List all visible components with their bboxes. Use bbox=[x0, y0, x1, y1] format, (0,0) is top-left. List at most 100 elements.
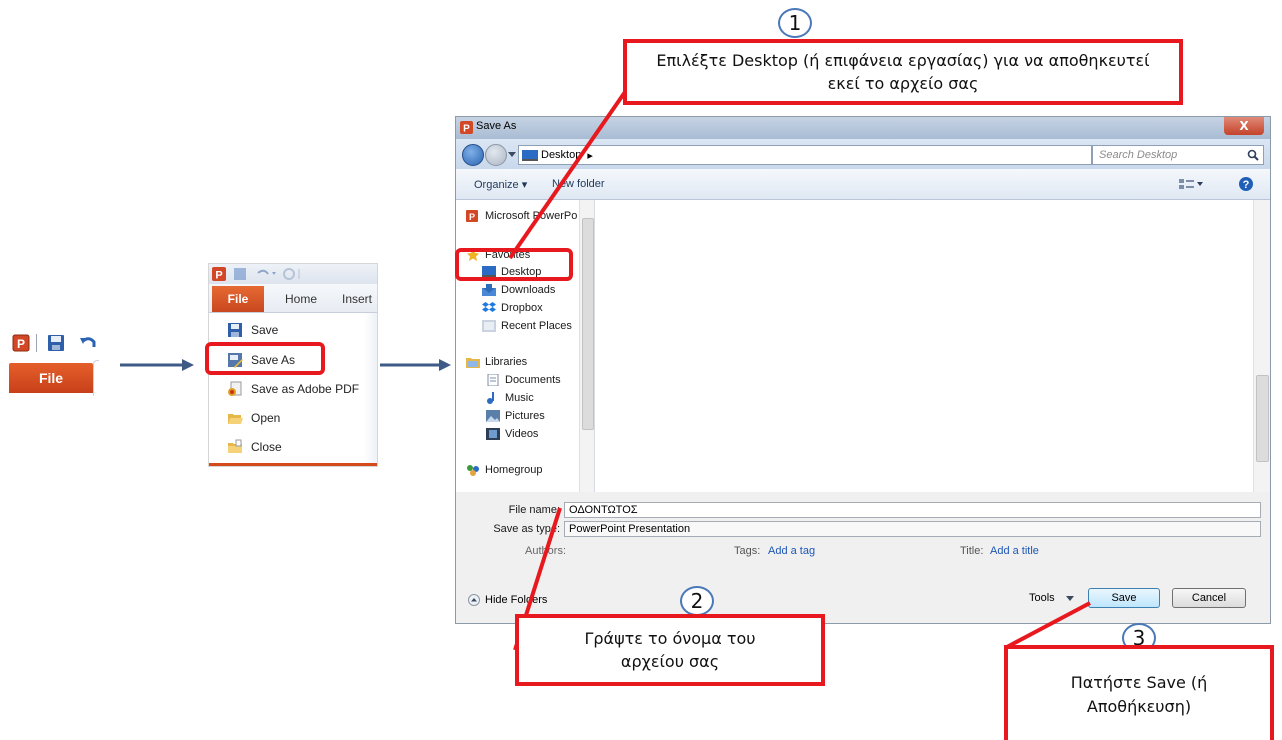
svg-text:P: P bbox=[17, 337, 25, 351]
pdf-icon bbox=[228, 381, 242, 396]
save-as-highlight bbox=[205, 342, 325, 375]
menu-item-save-as-pdf[interactable]: Save as Adobe PDF bbox=[227, 379, 359, 399]
undo-icon[interactable] bbox=[255, 267, 277, 281]
tab-file[interactable]: File bbox=[212, 286, 264, 312]
redo-icon[interactable] bbox=[281, 267, 303, 281]
menu-item-label: Save bbox=[251, 323, 279, 337]
step-2-marker: 2 bbox=[680, 586, 714, 616]
menu-bottom-accent bbox=[209, 463, 377, 466]
file-scrollbar[interactable] bbox=[1253, 200, 1270, 492]
tab-insert[interactable]: Insert bbox=[342, 286, 372, 312]
quick-access-toolbar: P bbox=[209, 264, 377, 284]
nav-scroll-thumb[interactable] bbox=[582, 218, 594, 430]
nav-item-homegroup[interactable]: Homegroup bbox=[466, 462, 542, 478]
nav-item-music[interactable]: Music bbox=[486, 390, 534, 406]
title-label: Title: bbox=[960, 545, 984, 557]
dialog-title: Save As bbox=[476, 120, 517, 132]
arrow-right-icon bbox=[120, 359, 194, 371]
file-scroll-thumb[interactable] bbox=[1256, 375, 1269, 462]
nav-item-recent-places[interactable]: Recent Places bbox=[482, 318, 572, 334]
documents-icon bbox=[487, 374, 499, 386]
nav-scrollbar[interactable] bbox=[579, 200, 594, 492]
svg-text:P: P bbox=[215, 270, 222, 282]
help-icon[interactable]: ? bbox=[1238, 176, 1254, 192]
chevron-up-icon[interactable] bbox=[468, 594, 480, 606]
hide-folders-button[interactable]: Hide Folders bbox=[485, 594, 547, 606]
dialog-toolbar: Organize ▾ New folder ? bbox=[456, 169, 1270, 200]
filename-label: File name: bbox=[508, 504, 560, 516]
chevron-down-icon[interactable] bbox=[508, 150, 516, 158]
desktop-icon bbox=[522, 149, 538, 161]
nav-item-documents[interactable]: Documents bbox=[486, 372, 561, 388]
callout-step-1: Επιλέξτε Desktop (ή επιφάνεια εργασίας) … bbox=[623, 39, 1183, 105]
nav-item-label: Videos bbox=[505, 428, 539, 440]
authors-label: Authors: bbox=[525, 545, 566, 557]
menu-item-label: Save as Adobe PDF bbox=[251, 382, 360, 396]
back-button[interactable] bbox=[462, 144, 484, 166]
arrow-right-icon bbox=[380, 359, 451, 371]
svg-text:P: P bbox=[463, 124, 470, 135]
desktop-highlight bbox=[455, 248, 573, 281]
callout-text: Γράψτε το όνομα του αρχείου σας bbox=[584, 628, 756, 671]
callout-step-3: Πατήστε Save (ή Αποθήκευση) bbox=[1004, 645, 1274, 740]
address-box[interactable]: Desktop ▸ bbox=[518, 145, 1092, 165]
qat-divider bbox=[36, 334, 37, 352]
nav-item-libraries[interactable]: Libraries bbox=[466, 354, 527, 370]
recent-places-icon bbox=[482, 320, 496, 332]
menu-item-open[interactable]: Open bbox=[227, 408, 280, 428]
menu-item-save[interactable]: Save bbox=[227, 320, 278, 340]
powerpoint-app-icon[interactable]: P bbox=[12, 334, 30, 352]
save-icon[interactable] bbox=[233, 267, 247, 281]
file-menu-list: Save Save As Save as Adobe PDF Open Clos… bbox=[209, 313, 377, 463]
nav-item-label: Homegroup bbox=[485, 464, 543, 476]
navigation-pane: P Microsoft PowerPo Favorites Desktop Do… bbox=[456, 200, 595, 492]
file-tab[interactable]: File bbox=[9, 363, 93, 393]
forward-button[interactable] bbox=[485, 144, 507, 166]
menu-item-close[interactable]: Close bbox=[227, 437, 282, 457]
nav-item-label: Libraries bbox=[485, 356, 528, 368]
dropbox-icon bbox=[482, 302, 496, 312]
address-bar-row: Desktop ▸ Search Desktop bbox=[456, 139, 1270, 169]
organize-button[interactable]: Organize ▾ bbox=[474, 178, 527, 191]
save-button[interactable]: Save bbox=[1088, 588, 1160, 608]
filename-input[interactable]: ΟΔΟΝΤΩΤΟΣ bbox=[564, 502, 1261, 518]
search-input[interactable]: Search Desktop bbox=[1092, 145, 1264, 165]
nav-item-videos[interactable]: Videos bbox=[486, 426, 538, 442]
tools-button[interactable]: Tools bbox=[1029, 592, 1055, 604]
step-1-marker: 1 bbox=[778, 8, 812, 38]
nav-item-downloads[interactable]: Downloads bbox=[482, 282, 555, 298]
file-list-area[interactable] bbox=[595, 200, 1270, 492]
savetype-value: PowerPoint Presentation bbox=[569, 523, 691, 535]
save-as-dialog: P Save As X Desktop ▸ Search Desktop Org… bbox=[455, 116, 1271, 624]
powerpoint-app-icon: P bbox=[460, 121, 473, 134]
close-button[interactable]: X bbox=[1224, 117, 1264, 135]
savetype-select[interactable]: PowerPoint Presentation bbox=[564, 521, 1261, 537]
new-folder-button[interactable]: New folder bbox=[552, 178, 605, 190]
nav-item-pictures[interactable]: Pictures bbox=[486, 408, 545, 424]
powerpoint-app-icon[interactable]: P bbox=[211, 266, 227, 282]
add-title-link[interactable]: Add a title bbox=[990, 545, 1039, 557]
nav-item-label: Recent Places bbox=[501, 320, 572, 332]
open-folder-icon bbox=[228, 414, 243, 424]
music-icon bbox=[487, 392, 494, 404]
pictures-icon bbox=[486, 410, 500, 422]
view-options-icon[interactable] bbox=[1178, 177, 1204, 191]
nav-item-powerpoint[interactable]: P Microsoft PowerPo bbox=[466, 208, 577, 224]
nav-item-label: Microsoft PowerPo bbox=[485, 210, 578, 222]
tab-home[interactable]: Home bbox=[285, 286, 317, 312]
undo-icon[interactable] bbox=[79, 334, 97, 352]
savetype-label: Save as type: bbox=[493, 523, 560, 535]
add-tag-link[interactable]: Add a tag bbox=[768, 545, 815, 557]
close-folder-icon bbox=[228, 439, 242, 453]
callout-text: Επιλέξτε Desktop (ή επιφάνεια εργασίας) … bbox=[656, 50, 1150, 93]
chevron-down-icon[interactable] bbox=[1066, 596, 1074, 602]
cancel-button[interactable]: Cancel bbox=[1172, 588, 1246, 608]
tab-edge bbox=[93, 360, 99, 396]
breadcrumb-separator[interactable]: ▸ bbox=[587, 149, 593, 162]
nav-item-dropbox[interactable]: Dropbox bbox=[482, 300, 543, 316]
save-icon[interactable] bbox=[47, 334, 65, 352]
filename-value: ΟΔΟΝΤΩΤΟΣ bbox=[569, 504, 638, 516]
save-icon bbox=[228, 323, 242, 337]
callout-step-2: Γράψτε το όνομα του αρχείου σας bbox=[515, 614, 825, 686]
search-icon[interactable] bbox=[1247, 149, 1259, 161]
